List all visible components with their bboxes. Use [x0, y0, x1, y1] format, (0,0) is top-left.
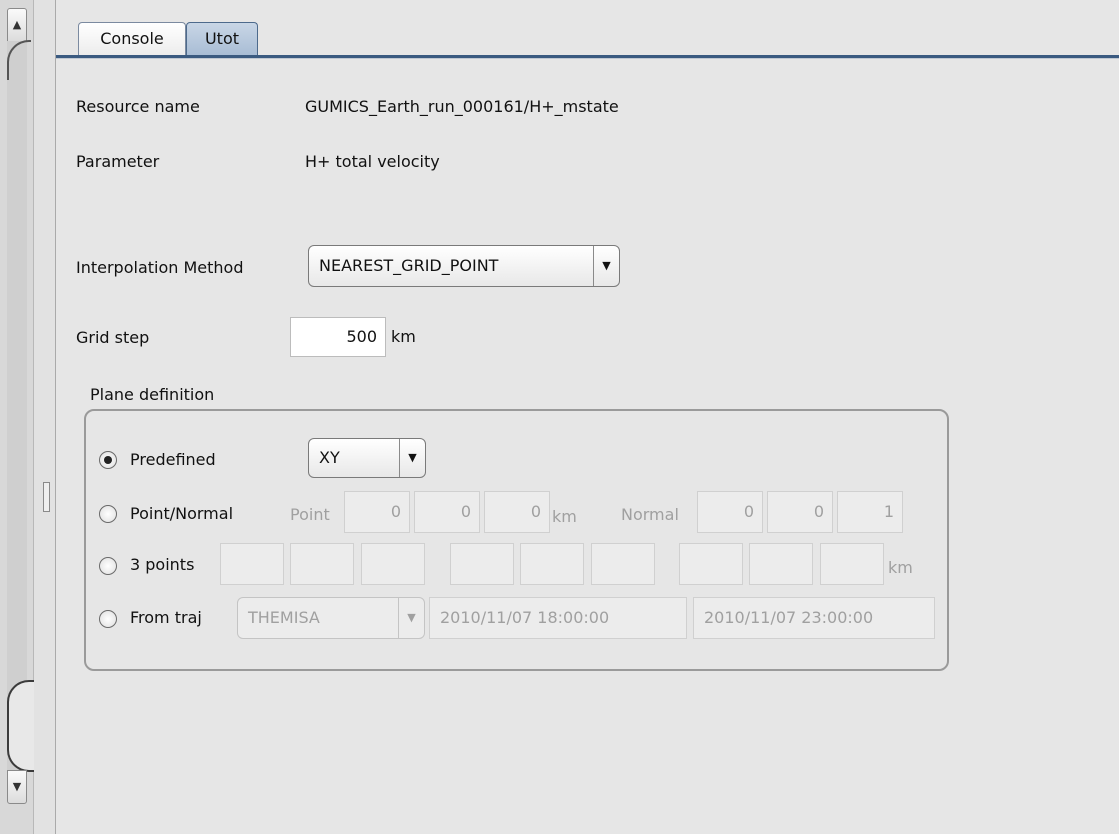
normal-z-input[interactable]: 1: [837, 491, 903, 533]
traj-start-time-input[interactable]: 2010/11/07 18:00:00: [429, 597, 687, 639]
p1-z-input[interactable]: [361, 543, 425, 585]
grid-step-label: Grid step: [76, 328, 150, 347]
predefined-plane-value: XY: [319, 448, 340, 467]
point-normal-label: Point/Normal: [130, 504, 234, 523]
p3-z-input[interactable]: [820, 543, 884, 585]
predefined-plane-select[interactable]: XY ▼: [308, 438, 426, 478]
split-pane-divider[interactable]: [34, 0, 56, 834]
plane-definition-title: Plane definition: [90, 385, 215, 404]
point-label: Point: [290, 505, 330, 524]
spacecraft-value: THEMISA: [248, 608, 320, 627]
parameter-value: H+ total velocity: [305, 152, 440, 171]
three-points-unit: km: [888, 558, 913, 577]
radio-selected-dot: [104, 456, 112, 464]
p1-x-input[interactable]: [220, 543, 284, 585]
interpolation-method-label: Interpolation Method: [76, 258, 244, 277]
spacecraft-select[interactable]: THEMISA ▼: [237, 597, 425, 639]
scrollbar-thumb[interactable]: [7, 680, 34, 772]
grid-step-input[interactable]: 500: [290, 317, 386, 357]
scrollbar-track[interactable]: [7, 41, 27, 771]
vertical-scrollbar[interactable]: ▲ ▼: [0, 0, 34, 834]
point-y-input[interactable]: 0: [414, 491, 480, 533]
p1-y-input[interactable]: [290, 543, 354, 585]
splitter-grip-icon[interactable]: [43, 482, 50, 512]
resource-name-label: Resource name: [76, 97, 200, 116]
interpolation-method-select[interactable]: NEAREST_GRID_POINT ▼: [308, 245, 620, 287]
three-points-label: 3 points: [130, 555, 195, 574]
point-normal-radio[interactable]: [99, 505, 117, 523]
point-z-input[interactable]: 0: [484, 491, 550, 533]
normal-y-input[interactable]: 0: [767, 491, 833, 533]
predefined-radio[interactable]: [99, 451, 117, 469]
from-traj-radio[interactable]: [99, 610, 117, 628]
from-traj-label: From traj: [130, 608, 202, 627]
p2-x-input[interactable]: [450, 543, 514, 585]
three-points-radio[interactable]: [99, 557, 117, 575]
p2-y-input[interactable]: [520, 543, 584, 585]
normal-label: Normal: [621, 505, 679, 524]
point-x-input[interactable]: 0: [344, 491, 410, 533]
p2-z-input[interactable]: [591, 543, 655, 585]
chevron-down-icon[interactable]: ▼: [398, 598, 424, 638]
resource-name-value: GUMICS_Earth_run_000161/H+_mstate: [305, 97, 619, 116]
scroll-up-arrow-icon[interactable]: ▲: [7, 8, 27, 42]
grid-step-unit: km: [391, 327, 416, 346]
chevron-down-icon[interactable]: ▼: [593, 246, 619, 286]
traj-end-time-input[interactable]: 2010/11/07 23:00:00: [693, 597, 935, 639]
chevron-down-icon[interactable]: ▼: [399, 439, 425, 477]
parameter-label: Parameter: [76, 152, 160, 171]
interpolation-method-value: NEAREST_GRID_POINT: [319, 256, 499, 275]
p3-x-input[interactable]: [679, 543, 743, 585]
scroll-down-arrow-icon[interactable]: ▼: [7, 770, 27, 804]
tab-utot[interactable]: Utot: [186, 22, 258, 55]
tab-underline-shadow: [56, 58, 1119, 59]
point-unit: km: [552, 507, 577, 526]
normal-x-input[interactable]: 0: [697, 491, 763, 533]
predefined-label: Predefined: [130, 450, 216, 469]
p3-y-input[interactable]: [749, 543, 813, 585]
tab-console[interactable]: Console: [78, 22, 186, 55]
